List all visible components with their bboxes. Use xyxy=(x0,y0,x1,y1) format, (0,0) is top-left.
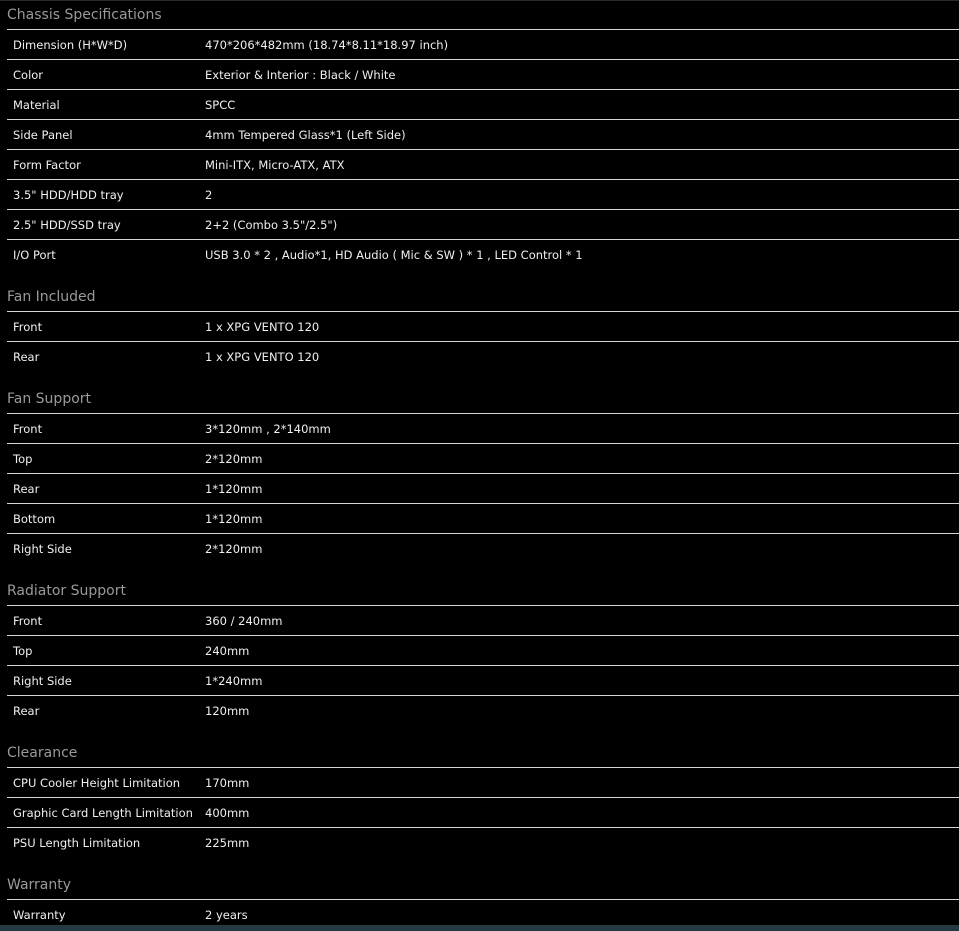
spec-value: Mini-ITX, Micro-ATX, ATX xyxy=(205,157,345,172)
section-title-text: Fan Support xyxy=(7,391,92,407)
spec-label: Material xyxy=(13,97,60,112)
spec-row: Rear 1*120mm xyxy=(7,474,959,504)
spec-row: Top 240mm xyxy=(7,636,959,666)
spec-label: Color xyxy=(13,67,44,82)
spec-row: 3.5" HDD/HDD tray 2 xyxy=(7,180,959,210)
spec-table: Chassis Specifications Dimension (H*W*D) 4… xyxy=(7,0,959,930)
spec-value: 1 x XPG VENTO 120 xyxy=(205,350,320,364)
spec-label: Rear xyxy=(13,481,40,496)
spec-row: Right Side 1*240mm xyxy=(7,666,959,696)
spec-row: I/O Port USB 3.0 * 2 , Audio*1, HD Audio … xyxy=(7,240,959,270)
section-title: Clearance xyxy=(7,726,959,768)
spec-value: 2+2 (Combo 3.5"/2.5") xyxy=(205,217,338,232)
spec-value: 470*206*482mm (18.74*8.11*18.97 inch) xyxy=(205,37,449,52)
spec-row: Bottom 1*120mm xyxy=(7,504,959,534)
spec-value: 400mm xyxy=(205,805,250,820)
spec-section: Radiator Support Front 360 / 240mm Top 240mm… xyxy=(7,564,959,726)
spec-row: Color Exterior & Interior : Black / White xyxy=(7,60,959,90)
section-title: Radiator Support xyxy=(7,564,959,606)
section-title: Warranty xyxy=(7,858,959,900)
spec-row: Front 3*120mm , 2*140mm xyxy=(7,414,959,444)
spec-row: Dimension (H*W*D) 470*206*482mm (18.74*8.… xyxy=(7,30,959,60)
spec-label: 3.5" HDD/HDD tray xyxy=(13,187,124,202)
section-title-text: Fan Included xyxy=(7,289,96,305)
spec-label: Dimension (H*W*D) xyxy=(13,37,128,52)
spec-section: Fan Included Front 1 x XPG VENTO 120 Rear 1 … xyxy=(7,270,959,372)
spec-row: Rear 120mm xyxy=(7,696,959,726)
spec-value: 170mm xyxy=(205,775,250,790)
spec-value: 1*120mm xyxy=(205,511,263,526)
spec-value: 4mm Tempered Glass*1 (Left Side) xyxy=(205,127,406,142)
spec-value: 225mm xyxy=(205,836,250,850)
spec-row: Material SPCC xyxy=(7,90,959,120)
section-title: Fan Included xyxy=(7,270,959,312)
spec-section: Chassis Specifications Dimension (H*W*D) 4… xyxy=(7,0,959,270)
spec-value: 2*120mm xyxy=(205,451,263,466)
spec-label: 2.5" HDD/SSD tray xyxy=(13,217,121,232)
spec-label: CPU Cooler Height Limitation xyxy=(13,775,181,790)
spec-value: 360 / 240mm xyxy=(205,613,283,628)
spec-label: Side Panel xyxy=(13,127,73,142)
spec-row: Rear 1 x XPG VENTO 120 xyxy=(7,342,959,372)
spec-label: Rear xyxy=(13,704,40,718)
spec-label: Top xyxy=(13,451,33,466)
spec-row: 2.5" HDD/SSD tray 2+2 (Combo 3.5"/2.5") xyxy=(7,210,959,240)
spec-section: Clearance CPU Cooler Height Limitation 170… xyxy=(7,726,959,858)
spec-label: Rear xyxy=(13,350,40,364)
spec-row: CPU Cooler Height Limitation 170mm xyxy=(7,768,959,798)
section-title-text: Warranty xyxy=(7,877,72,893)
section-title-text: Chassis Specifications xyxy=(7,7,162,23)
spec-label: Top xyxy=(13,643,33,658)
spec-row: Top 2*120mm xyxy=(7,444,959,474)
spec-value: SPCC xyxy=(205,97,236,112)
spec-section: Warranty Warranty 2 years xyxy=(7,858,959,930)
spec-row: PSU Length Limitation 225mm xyxy=(7,828,959,858)
spec-row: Front 360 / 240mm xyxy=(7,606,959,636)
bottom-bar xyxy=(0,925,959,931)
spec-value: 1*240mm xyxy=(205,673,263,688)
spec-label: Warranty xyxy=(13,908,66,922)
spec-section: Fan Support Front 3*120mm , 2*140mm Top 2*12… xyxy=(7,372,959,564)
spec-label: Form Factor xyxy=(13,157,81,172)
spec-value: Exterior & Interior : Black / White xyxy=(205,67,396,82)
spec-label: I/O Port xyxy=(13,248,56,262)
spec-value: 2 years xyxy=(205,908,248,922)
spec-value: 1 x XPG VENTO 120 xyxy=(205,319,320,334)
spec-row: Graphic Card Length Limitation 400mm xyxy=(7,798,959,828)
spec-label: Right Side xyxy=(13,542,72,556)
spec-row: Side Panel 4mm Tempered Glass*1 (Left Sid… xyxy=(7,120,959,150)
spec-value: 120mm xyxy=(205,704,250,718)
spec-value: 240mm xyxy=(205,643,250,658)
section-title: Fan Support xyxy=(7,372,959,414)
spec-label: Front xyxy=(13,421,43,436)
spec-label: Front xyxy=(13,613,43,628)
spec-label: Right Side xyxy=(13,673,72,688)
section-title-text: Radiator Support xyxy=(7,583,126,599)
spec-value: 1*120mm xyxy=(205,481,263,496)
spec-label: Front xyxy=(13,319,43,334)
spec-row: Front 1 x XPG VENTO 120 xyxy=(7,312,959,342)
spec-value: 2*120mm xyxy=(205,542,263,556)
spec-label: Bottom xyxy=(13,511,56,526)
spec-row: Form Factor Mini-ITX, Micro-ATX, ATX xyxy=(7,150,959,180)
section-title-text: Clearance xyxy=(7,745,78,761)
spec-value: 3*120mm , 2*140mm xyxy=(205,421,331,436)
spec-label: PSU Length Limitation xyxy=(13,836,141,850)
section-title: Chassis Specifications xyxy=(7,0,959,30)
spec-value: 2 xyxy=(205,187,213,202)
spec-value: USB 3.0 * 2 , Audio*1, HD Audio ( Mic & … xyxy=(205,248,583,262)
spec-label: Graphic Card Length Limitation xyxy=(13,805,193,820)
spec-row: Right Side 2*120mm xyxy=(7,534,959,564)
